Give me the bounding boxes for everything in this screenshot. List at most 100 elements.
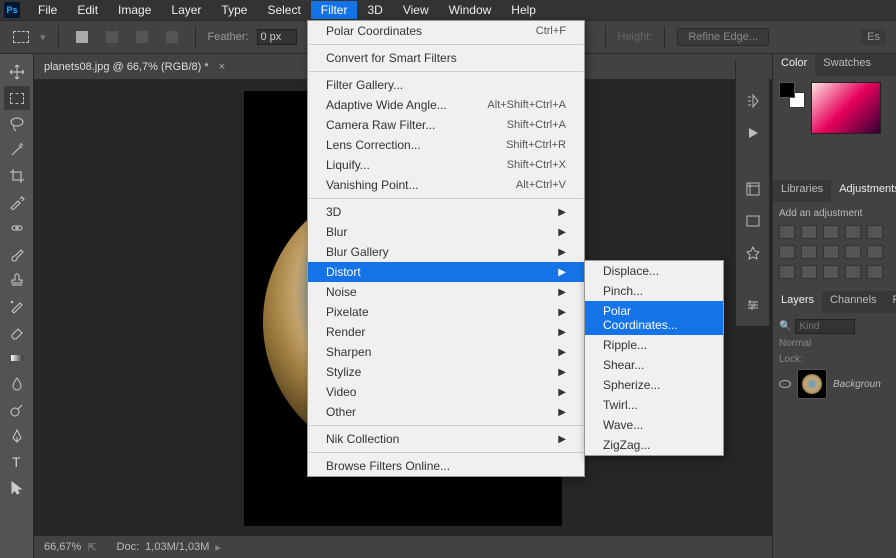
layer-filter-input[interactable] (795, 319, 855, 334)
menu-window[interactable]: Window (439, 1, 502, 19)
filter-lens[interactable]: Lens Correction...Shift+Ctrl+R (308, 135, 584, 155)
adjustments-tab[interactable]: Adjustments (831, 180, 896, 202)
workspace-label[interactable]: Es (861, 29, 886, 45)
magic-wand-tool[interactable] (4, 138, 30, 162)
color-picker[interactable] (811, 82, 881, 134)
styles-panel-icon[interactable] (742, 242, 764, 264)
pen-tool[interactable] (4, 424, 30, 448)
menu-type[interactable]: Type (211, 1, 257, 19)
filter-other[interactable]: Other▶ (308, 402, 584, 422)
zoom-level[interactable]: 66,67% (44, 541, 81, 553)
swatches-tab[interactable]: Swatches (815, 54, 879, 76)
filter-camera-raw[interactable]: Camera Raw Filter...Shift+Ctrl+A (308, 115, 584, 135)
filter-last[interactable]: Polar CoordinatesCtrl+F (308, 21, 584, 41)
posterize-icon[interactable] (801, 265, 817, 279)
gradmap-icon[interactable] (845, 265, 861, 279)
selcolor-icon[interactable] (867, 265, 883, 279)
filter-adaptive[interactable]: Adaptive Wide Angle...Alt+Shift+Ctrl+A (308, 95, 584, 115)
blend-mode[interactable]: Normal (779, 338, 890, 349)
path-select-tool[interactable] (4, 476, 30, 500)
selection-mode-sub[interactable] (131, 26, 153, 48)
filter-render[interactable]: Render▶ (308, 322, 584, 342)
status-menu-icon[interactable]: ▸ (215, 541, 221, 554)
eyedropper-tool[interactable] (4, 190, 30, 214)
filter-3d[interactable]: 3D▶ (308, 202, 584, 222)
layers-tab[interactable]: Layers (773, 291, 822, 313)
libraries-tab[interactable]: Libraries (773, 180, 831, 202)
channels-tab[interactable]: Channels (822, 291, 884, 313)
lock-pixels-icon[interactable] (807, 353, 819, 365)
color-tab[interactable]: Color (773, 54, 815, 76)
blur-tool[interactable] (4, 372, 30, 396)
type-tool[interactable]: T (4, 450, 30, 474)
filter-noise[interactable]: Noise▶ (308, 282, 584, 302)
filter-distort[interactable]: Distort▶ (308, 262, 584, 282)
actions-panel-icon[interactable] (742, 122, 764, 144)
gradient-tool[interactable] (4, 346, 30, 370)
filter-gallery[interactable]: Filter Gallery... (308, 75, 584, 95)
history-panel-icon[interactable] (742, 90, 764, 112)
properties-panel-icon[interactable] (742, 178, 764, 200)
distort-spherize[interactable]: Spherize... (585, 375, 723, 395)
menu-help[interactable]: Help (501, 1, 546, 19)
curves-icon[interactable] (823, 225, 839, 239)
filter-liquify[interactable]: Liquify...Shift+Ctrl+X (308, 155, 584, 175)
status-expand-icon[interactable]: ⇱ (87, 541, 96, 554)
selection-mode-add[interactable] (101, 26, 123, 48)
lasso-tool[interactable] (4, 112, 30, 136)
filter-browse-online[interactable]: Browse Filters Online... (308, 456, 584, 476)
brush-tool[interactable] (4, 242, 30, 266)
filter-vanishing[interactable]: Vanishing Point...Alt+Ctrl+V (308, 175, 584, 195)
lock-all-icon[interactable] (839, 353, 851, 365)
layer-row-background[interactable]: Backgroun (779, 365, 890, 403)
distort-displace[interactable]: Displace... (585, 261, 723, 281)
crop-tool[interactable] (4, 164, 30, 188)
filter-sharpen[interactable]: Sharpen▶ (308, 342, 584, 362)
feather-input[interactable] (257, 29, 297, 45)
menu-image[interactable]: Image (108, 1, 161, 19)
levels-icon[interactable] (801, 225, 817, 239)
marquee-tool[interactable] (4, 86, 30, 110)
vibrance-icon[interactable] (867, 225, 883, 239)
balance-icon[interactable] (801, 245, 817, 259)
stamp-tool[interactable] (4, 268, 30, 292)
mixer-icon[interactable] (867, 245, 883, 259)
bw-icon[interactable] (823, 245, 839, 259)
menu-file[interactable]: File (28, 1, 67, 19)
close-tab-icon[interactable]: × (219, 61, 225, 73)
distort-zigzag[interactable]: ZigZag... (585, 435, 723, 455)
distort-polar-coordinates[interactable]: Polar Coordinates... (585, 301, 723, 335)
distort-shear[interactable]: Shear... (585, 355, 723, 375)
fg-bg-swatch[interactable] (779, 82, 805, 108)
filter-nik[interactable]: Nik Collection▶ (308, 429, 584, 449)
menu-view[interactable]: View (393, 1, 439, 19)
distort-pinch[interactable]: Pinch... (585, 281, 723, 301)
threshold-icon[interactable] (823, 265, 839, 279)
selection-mode-intersect[interactable] (161, 26, 183, 48)
filter-stylize[interactable]: Stylize▶ (308, 362, 584, 382)
distort-wave[interactable]: Wave... (585, 415, 723, 435)
healing-tool[interactable] (4, 216, 30, 240)
dodge-tool[interactable] (4, 398, 30, 422)
paths-tab[interactable]: Pat (885, 291, 896, 313)
menu-filter[interactable]: Filter (311, 1, 358, 19)
menu-layer[interactable]: Layer (161, 1, 211, 19)
visibility-icon[interactable] (779, 380, 791, 388)
eraser-tool[interactable] (4, 320, 30, 344)
exposure-icon[interactable] (845, 225, 861, 239)
menu-select[interactable]: Select (257, 1, 310, 19)
distort-ripple[interactable]: Ripple... (585, 335, 723, 355)
lock-position-icon[interactable] (823, 353, 835, 365)
distort-twirl[interactable]: Twirl... (585, 395, 723, 415)
filter-convert-smart[interactable]: Convert for Smart Filters (308, 48, 584, 68)
hue-icon[interactable] (779, 245, 795, 259)
brightness-icon[interactable] (779, 225, 795, 239)
filter-pixelate[interactable]: Pixelate▶ (308, 302, 584, 322)
refine-edge-button[interactable]: Refine Edge... (677, 28, 769, 46)
filter-blur[interactable]: Blur▶ (308, 222, 584, 242)
photofilter-icon[interactable] (845, 245, 861, 259)
filter-video[interactable]: Video▶ (308, 382, 584, 402)
settings-panel-icon[interactable] (742, 294, 764, 316)
invert-icon[interactable] (779, 265, 795, 279)
char-panel-icon[interactable] (742, 210, 764, 232)
